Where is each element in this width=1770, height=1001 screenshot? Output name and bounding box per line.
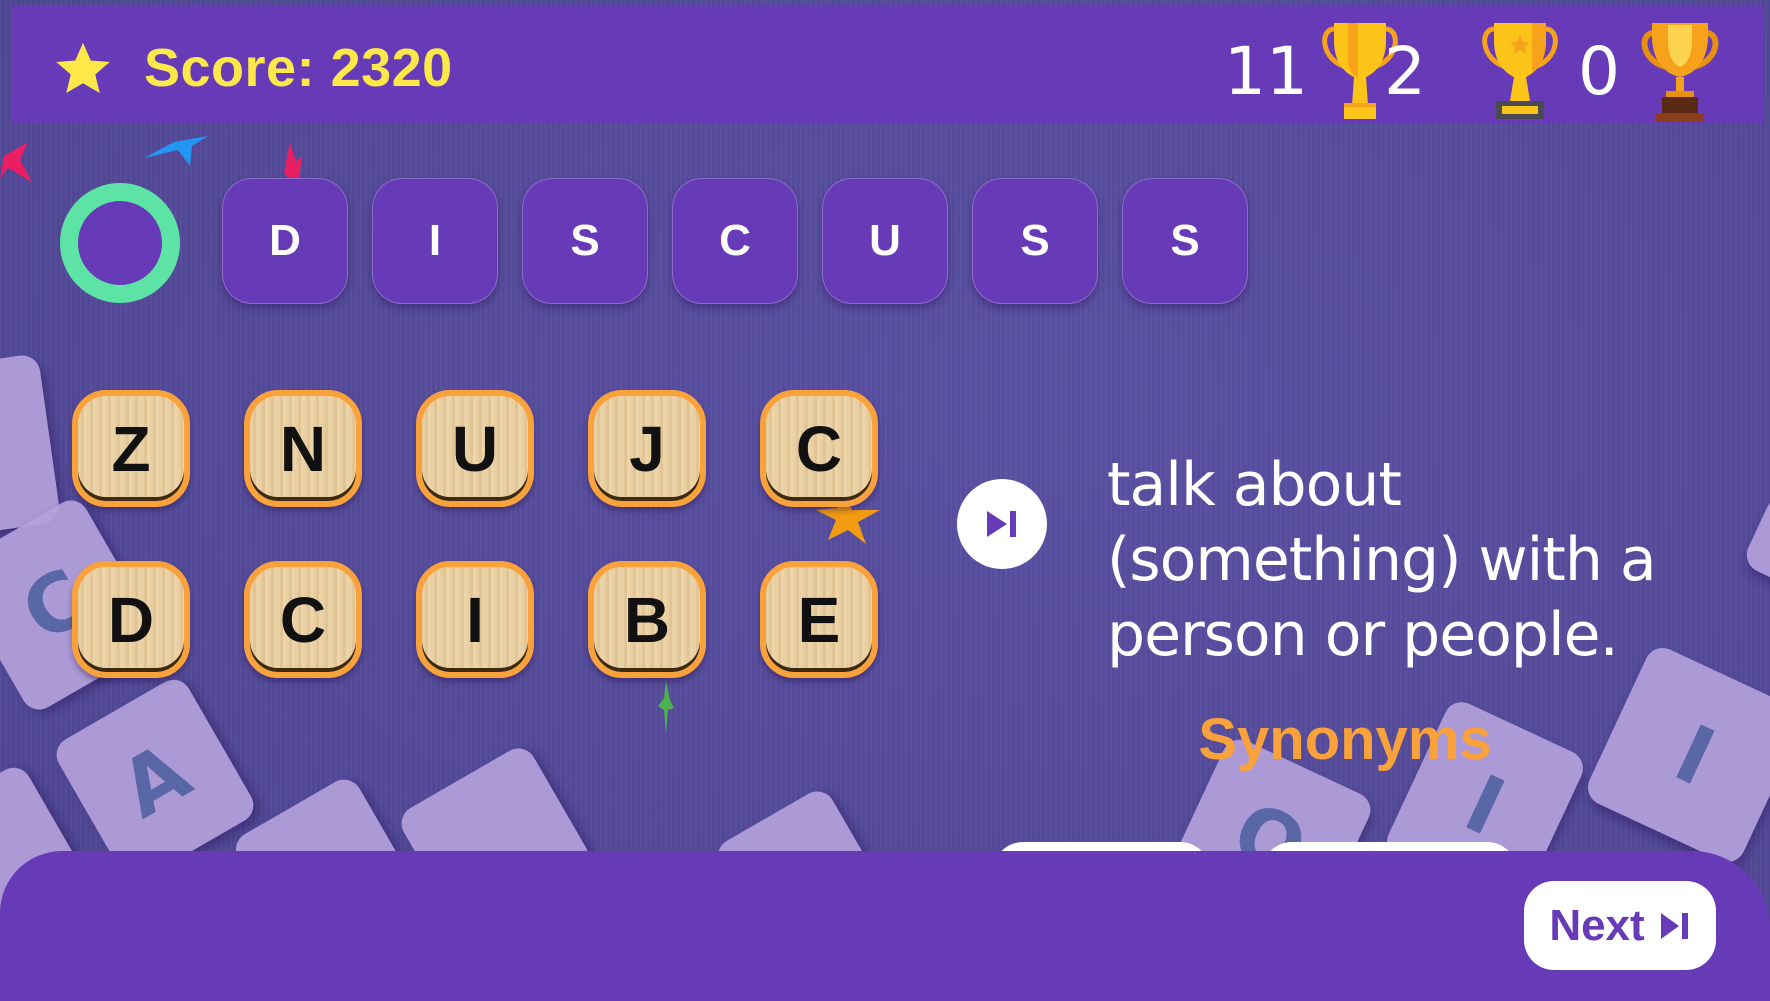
skip-next-icon bbox=[987, 511, 1016, 537]
answer-status-ring-icon bbox=[60, 183, 180, 303]
trophy-count-bronze: 0 bbox=[1578, 33, 1620, 110]
synonyms-heading: Synonyms bbox=[1198, 707, 1492, 772]
next-button-label: Next bbox=[1549, 900, 1645, 950]
letter-tile[interactable]: Z bbox=[72, 390, 190, 507]
answer-tile[interactable]: C bbox=[672, 178, 798, 304]
answer-tile[interactable]: D bbox=[222, 178, 348, 304]
next-button[interactable]: Next bbox=[1524, 881, 1716, 970]
letter-tile[interactable]: U bbox=[416, 390, 534, 507]
answer-tile[interactable]: S bbox=[1122, 178, 1248, 304]
header-bar: Score: 2320 11 2 0 bbox=[12, 5, 1763, 123]
star-icon bbox=[56, 42, 110, 93]
trophy-bronze-base-icon bbox=[1641, 23, 1719, 121]
trophy-count-silver: 2 bbox=[1384, 33, 1426, 110]
confetti-green-icon bbox=[658, 680, 674, 734]
answer-tile[interactable]: U bbox=[822, 178, 948, 304]
letter-tile[interactable]: E bbox=[760, 561, 878, 678]
trophy-star-icon bbox=[1482, 23, 1558, 119]
trophy-count-gold: 11 bbox=[1224, 33, 1308, 110]
letter-tile[interactable]: D bbox=[72, 561, 190, 678]
letter-tile[interactable]: C bbox=[760, 390, 878, 507]
score-label: Score: 2320 bbox=[144, 38, 453, 98]
skip-next-icon bbox=[1660, 912, 1688, 939]
letter-tile[interactable]: C bbox=[244, 561, 362, 678]
letter-tile[interactable]: B bbox=[588, 561, 706, 678]
confetti-blue-icon bbox=[144, 136, 208, 166]
bottom-bar bbox=[0, 851, 1770, 1001]
letter-tile[interactable]: J bbox=[588, 390, 706, 507]
answer-tile[interactable]: S bbox=[522, 178, 648, 304]
clue-definition: talk about (something) with a person or … bbox=[1107, 450, 1657, 670]
skip-button[interactable] bbox=[957, 479, 1047, 569]
answer-tile[interactable]: S bbox=[972, 178, 1098, 304]
answer-tile[interactable]: I bbox=[372, 178, 498, 304]
confetti-red-icon bbox=[0, 142, 32, 182]
letter-tile[interactable]: I bbox=[416, 561, 534, 678]
letter-tile[interactable]: N bbox=[244, 390, 362, 507]
